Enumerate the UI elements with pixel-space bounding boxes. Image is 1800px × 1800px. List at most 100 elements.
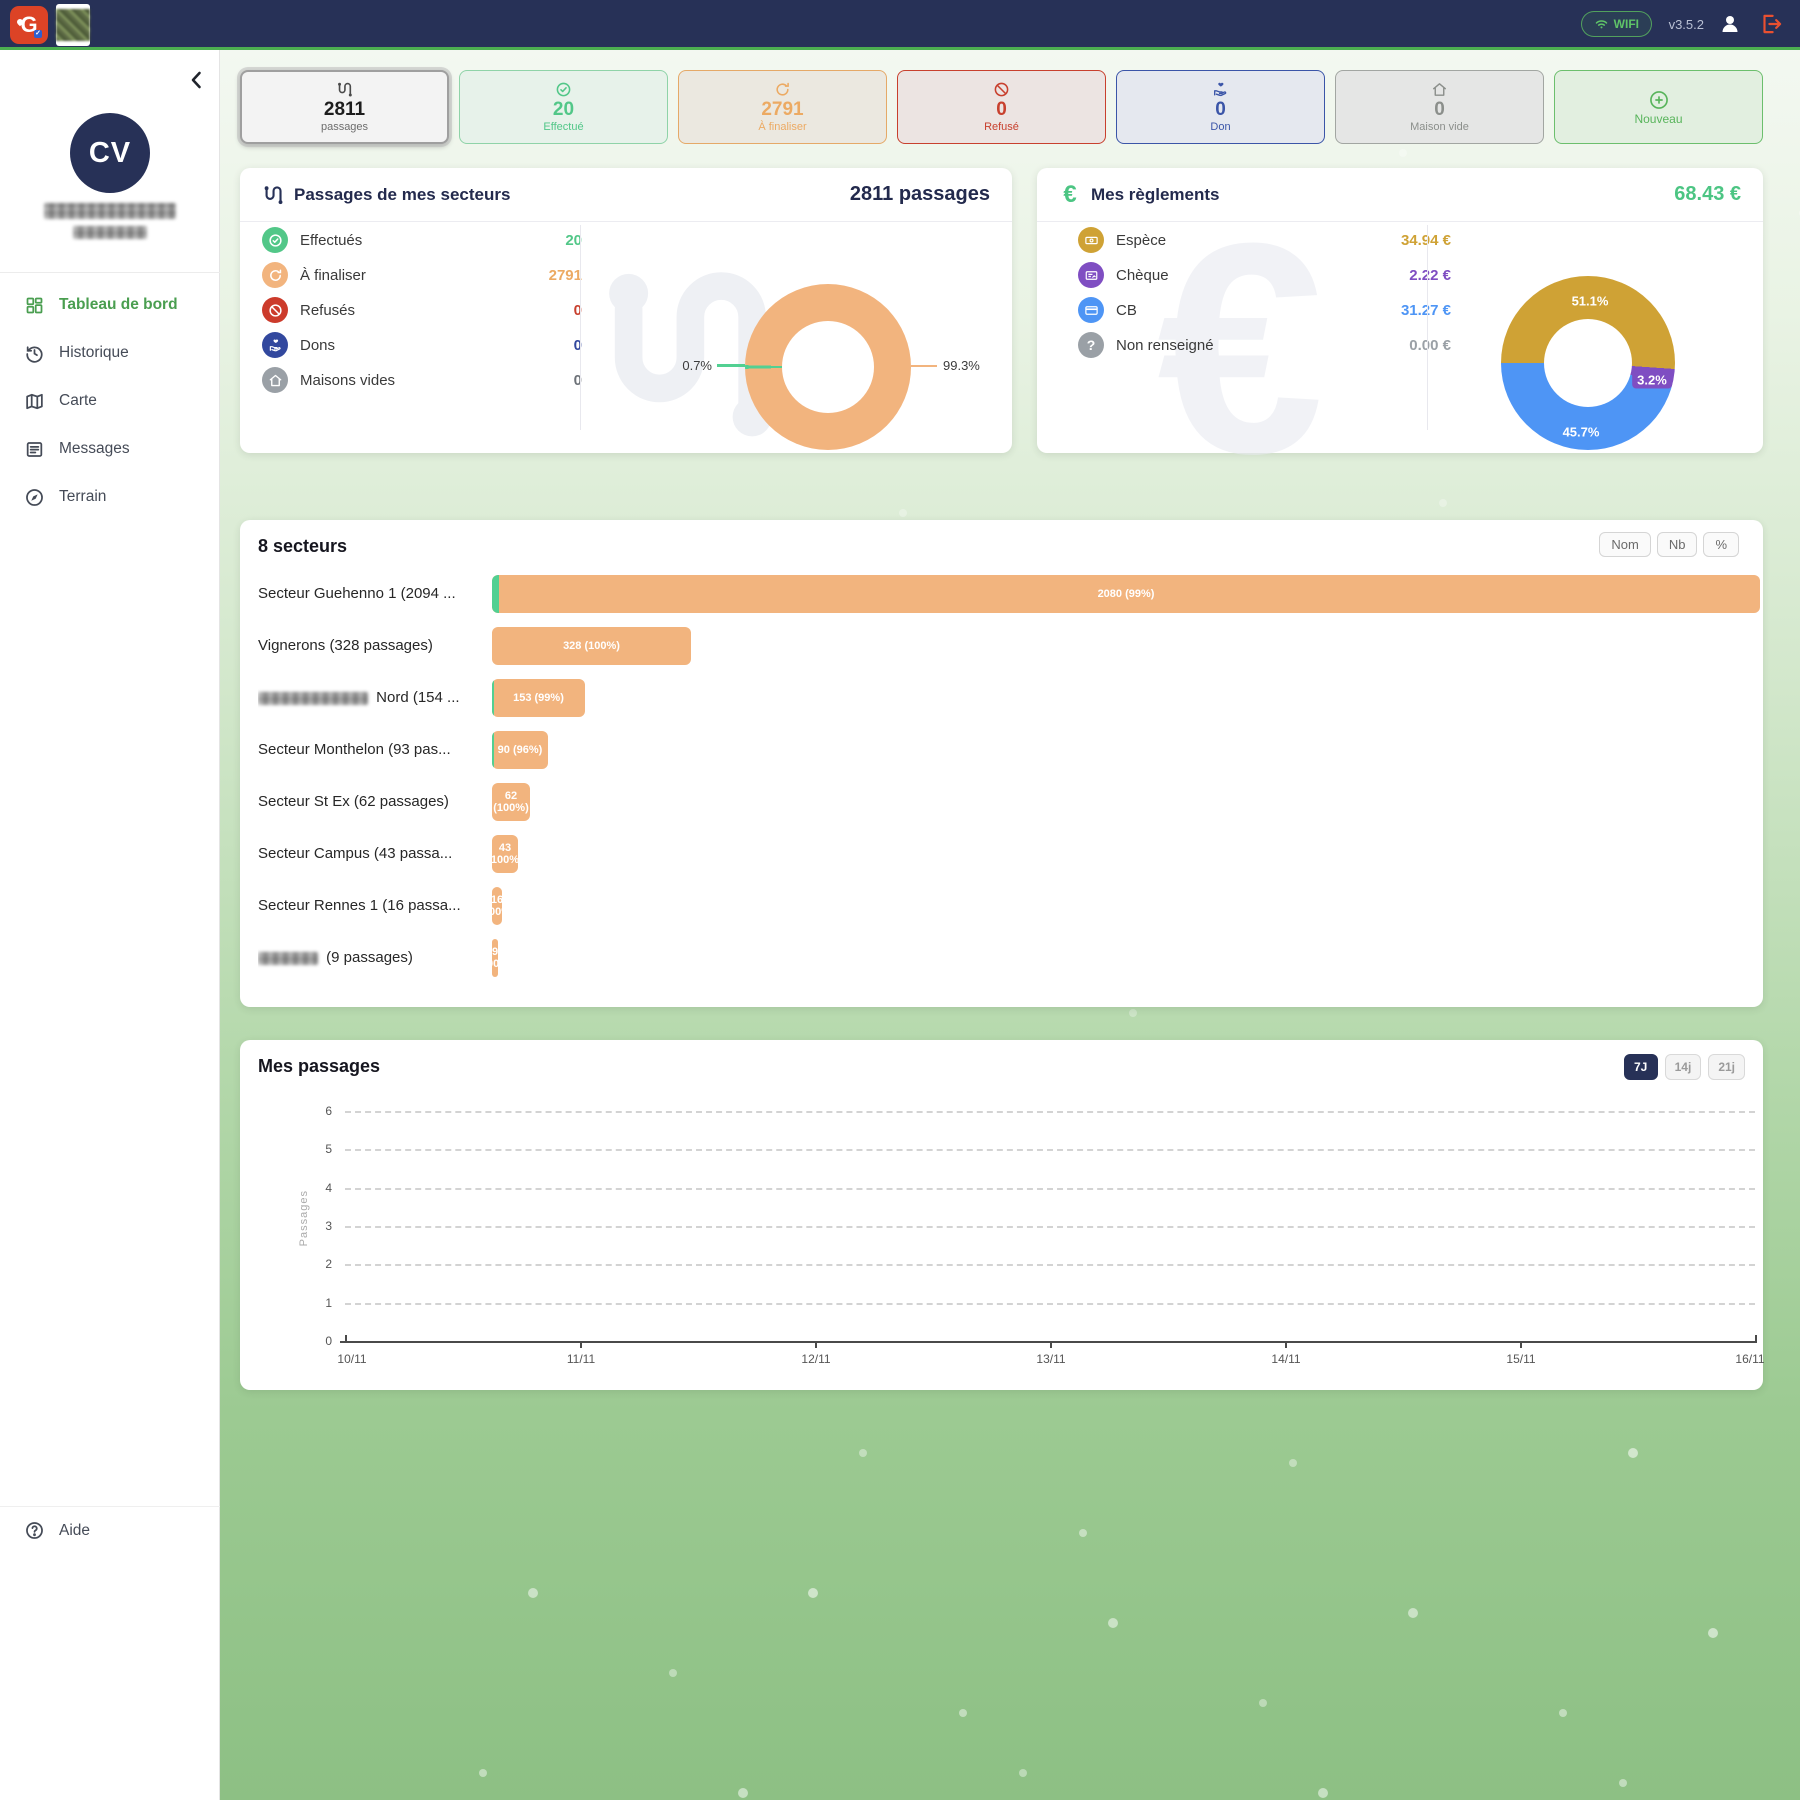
- stat-card-passages[interactable]: 2811 passages: [240, 70, 449, 144]
- credit-card-icon: [1078, 297, 1104, 323]
- stat-card-don[interactable]: 0 Don: [1116, 70, 1325, 144]
- legend-row-dons: Dons 0: [262, 331, 335, 359]
- stat-label: Don: [1210, 121, 1230, 133]
- secteur-label: Secteur Rennes 1 (16 passa...: [258, 887, 492, 925]
- gridline: [345, 1111, 1755, 1113]
- map-icon: [24, 391, 45, 412]
- secteur-bar[interactable]: 2080 (99%): [492, 575, 1760, 613]
- secteur-bar[interactable]: 43 (100%): [492, 835, 518, 873]
- legend-row-effectues: Effectués 20: [262, 226, 362, 254]
- bar-value-label: 328 (100%): [563, 640, 620, 652]
- bar-value-label: 62 (100%): [493, 790, 528, 814]
- legend-label: Maisons vides: [300, 372, 395, 389]
- bar-value-label: 90 (96%): [498, 744, 543, 756]
- secteur-label: Secteur St Ex (62 passages): [258, 783, 492, 821]
- x-tick-mark: [1050, 1341, 1052, 1348]
- sort-buttons: Nom Nb %: [1599, 532, 1739, 557]
- stat-card-effectue[interactable]: 20 Effectué: [459, 70, 668, 144]
- legend-value: 2.22 €: [1361, 267, 1451, 284]
- range-7-days-button[interactable]: 7J: [1624, 1054, 1658, 1080]
- messages-icon: [24, 439, 45, 460]
- app-version: v3.5.2: [1669, 17, 1704, 32]
- photo-image: [56, 9, 90, 41]
- y-tick: 0: [302, 1334, 332, 1348]
- history-clock-icon: [24, 343, 45, 364]
- legend-value: 0: [492, 337, 582, 354]
- range-21-days-button[interactable]: 21j: [1708, 1054, 1745, 1080]
- legend-row-cheque: Chèque 2.22 €: [1078, 261, 1169, 289]
- legend-row-a-finaliser: À finaliser 2791: [262, 261, 366, 289]
- donut-percent-cb: 45.7%: [1563, 425, 1600, 440]
- top-navbar: G ✓ WIFI v3.5.2: [0, 0, 1800, 50]
- redacted-name: [258, 952, 318, 965]
- stat-card-maison-vide[interactable]: 0 Maison vide: [1335, 70, 1544, 144]
- nouveau-button[interactable]: Nouveau: [1554, 70, 1763, 144]
- range-14-days-button[interactable]: 14j: [1665, 1054, 1702, 1080]
- bar-value-label: 16 (100%): [492, 894, 502, 918]
- x-tick-mark: [345, 1335, 347, 1342]
- sidebar-item-tableau-de-bord[interactable]: Tableau de bord: [0, 281, 220, 329]
- y-tick: 6: [302, 1104, 332, 1118]
- avatar[interactable]: CV: [70, 113, 150, 193]
- secteur-bar[interactable]: 62 (100%): [492, 783, 530, 821]
- legend-label: À finaliser: [300, 267, 366, 284]
- passages-total: 2811 passages: [850, 183, 990, 206]
- sidebar-item-terrain[interactable]: Terrain: [0, 473, 220, 521]
- legend-row-espece: Espèce 34.94 €: [1078, 226, 1166, 254]
- compass-icon: [24, 487, 45, 508]
- check-badge-icon: ✓: [34, 30, 42, 38]
- x-tick: 13/11: [1036, 1352, 1065, 1366]
- sidebar-collapse-chevron-icon[interactable]: [185, 68, 209, 92]
- stat-value: 0: [996, 100, 1007, 119]
- x-tick-mark: [815, 1341, 817, 1348]
- secteur-row: Vignerons (328 passages) 328 (100%): [240, 627, 1763, 665]
- x-tick: 16/11: [1735, 1352, 1764, 1366]
- gridline: [345, 1226, 1755, 1228]
- card-title: Passages de mes secteurs: [294, 185, 510, 205]
- legend-row-cb: CB 31.27 €: [1078, 296, 1137, 324]
- secteur-label: Secteur Guehenno 1 (2094 ...: [258, 575, 492, 613]
- logout-icon[interactable]: [1758, 11, 1784, 39]
- gridline: [345, 1303, 1755, 1305]
- legend-label: Espèce: [1116, 232, 1166, 249]
- donut-hole: [1544, 319, 1632, 407]
- legend-value: 31.27 €: [1361, 302, 1451, 319]
- sort-by-count-button[interactable]: Nb: [1657, 532, 1698, 557]
- sort-by-percent-button[interactable]: %: [1703, 532, 1739, 557]
- app-logo[interactable]: G ✓: [10, 6, 48, 44]
- sidebar-divider: [0, 272, 220, 273]
- secteur-bar[interactable]: 16 (100%): [492, 887, 502, 925]
- stat-label: passages: [321, 121, 368, 133]
- legend-label: Non renseigné: [1116, 337, 1214, 354]
- secteur-bar[interactable]: 328 (100%): [492, 627, 691, 665]
- user-profile-icon[interactable]: [1718, 12, 1742, 38]
- secteur-bar[interactable]: 90 (96%): [492, 731, 548, 769]
- y-tick: 2: [302, 1257, 332, 1271]
- wifi-status-badge[interactable]: WIFI: [1581, 11, 1652, 37]
- stat-value: 2811: [324, 100, 365, 119]
- sidebar-item-messages[interactable]: Messages: [0, 425, 220, 473]
- sidebar-item-carte[interactable]: Carte: [0, 377, 220, 425]
- donut-percent-a-finaliser: 99.3%: [943, 358, 980, 373]
- legend-label: CB: [1116, 302, 1137, 319]
- sidebar-item-label: Aide: [59, 1522, 90, 1540]
- sidebar-item-historique[interactable]: Historique: [0, 329, 220, 377]
- sort-by-name-button[interactable]: Nom: [1599, 532, 1650, 557]
- donut-percent-effectues: 0.7%: [652, 358, 712, 373]
- wifi-icon: [1594, 17, 1609, 32]
- photo-thumbnail[interactable]: [56, 4, 90, 46]
- secteur-bar[interactable]: 9 (100%): [492, 939, 498, 977]
- legend-value: 0: [492, 302, 582, 319]
- x-tick: 14/11: [1271, 1352, 1300, 1366]
- sidebar-item-aide[interactable]: Aide: [0, 1506, 220, 1554]
- legend-value: 34.94 €: [1361, 232, 1451, 249]
- bar-value-label: 9 (100%): [492, 946, 498, 970]
- secteur-bar[interactable]: 153 (99%): [492, 679, 585, 717]
- stat-card-refuse[interactable]: 0 Refusé: [897, 70, 1106, 144]
- y-tick: 4: [302, 1181, 332, 1195]
- passages-secteurs-card: Passages de mes secteurs 2811 passages E…: [240, 168, 1012, 453]
- effectues-segment: [492, 575, 499, 613]
- donut-percent-espece: 51.1%: [1572, 294, 1609, 309]
- card-header: Passages de mes secteurs 2811 passages: [240, 168, 1012, 222]
- stat-card-a-finaliser[interactable]: 2791 À finaliser: [678, 70, 887, 144]
